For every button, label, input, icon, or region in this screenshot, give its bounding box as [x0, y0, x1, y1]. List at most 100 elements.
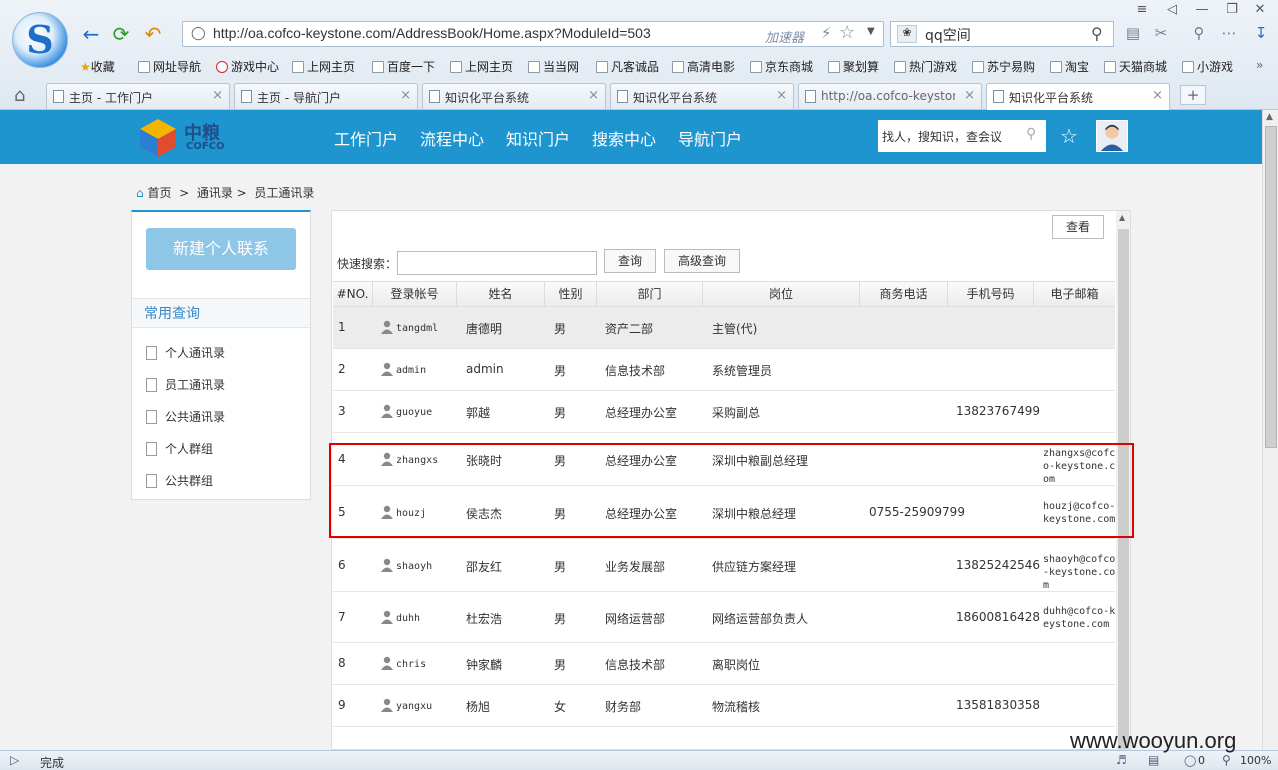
tab-close-icon[interactable]: ×	[400, 88, 411, 103]
bookmark-item[interactable]: 聚划算	[828, 58, 879, 75]
zoom-level[interactable]: 100%	[1240, 754, 1271, 767]
bookmark-item[interactable]: 上网主页	[292, 58, 355, 75]
bookmark-item[interactable]: 小游戏	[1182, 58, 1233, 75]
nav-work-portal[interactable]: 工作门户	[334, 126, 398, 150]
column-header-phone[interactable]: 商务电话	[860, 282, 948, 306]
new-tab-button[interactable]: +	[1180, 85, 1206, 105]
printer-icon[interactable]: ▤	[1148, 753, 1159, 767]
undo-icon[interactable]: ↶	[140, 22, 166, 46]
bookmark-item[interactable]: 京东商城	[750, 58, 813, 75]
page-scrollbar-thumb[interactable]	[1265, 126, 1277, 448]
browser-tab[interactable]: http://oa.cofco-keyston ×	[798, 83, 982, 109]
table-row[interactable]: 3 guoyue 郭越 男 总经理办公室 采购副总 13823767499	[333, 391, 1115, 433]
bookmark-item[interactable]: 天猫商城	[1104, 58, 1167, 75]
tab-close-icon[interactable]: ×	[1152, 88, 1163, 103]
bookmark-item[interactable]: 网址导航	[138, 58, 201, 75]
tab-close-icon[interactable]: ×	[588, 88, 599, 103]
breadcrumb-address-book[interactable]: 通讯录	[197, 186, 233, 200]
browser-tab[interactable]: 知识化平台系统 ×	[610, 83, 794, 109]
download-count-icon[interactable]: ◯	[1184, 754, 1196, 767]
column-header-no[interactable]: #NO.	[333, 282, 373, 306]
bookmark-item[interactable]: 苏宁易购	[972, 58, 1035, 75]
lightning-icon[interactable]: ⚡	[821, 24, 832, 42]
more-bookmarks-icon[interactable]: »	[1256, 58, 1263, 72]
table-row[interactable]: 9 yangxu 杨旭 女 财务部 物流稽核 13581830358	[333, 685, 1115, 727]
browser-search-input[interactable]: qq空间	[925, 25, 971, 45]
table-row[interactable]: 7 duhh 杜宏浩 男 网络运营部 网络运营部负责人 18600816428 duhh@co…	[333, 592, 1115, 643]
bookmark-item[interactable]: 当当网	[528, 58, 579, 75]
left-item-personal-book[interactable]: 个人通讯录	[146, 344, 225, 361]
nav-knowledge-portal[interactable]: 知识门户	[506, 126, 570, 150]
header-search-input[interactable]: 找人，搜知识，查会议 ⚲	[878, 120, 1046, 152]
column-header-account[interactable]: 登录帐号	[373, 282, 457, 306]
query-button[interactable]: 查询	[604, 249, 656, 273]
star-icon[interactable]: ☆	[839, 22, 855, 43]
dropdown-icon[interactable]: ▼	[867, 26, 875, 37]
scissors-icon[interactable]: ✂	[1150, 24, 1172, 44]
tab-close-icon[interactable]: ×	[212, 88, 223, 103]
column-header-dept[interactable]: 部门	[597, 282, 703, 306]
account-text[interactable]: guoyue	[396, 407, 432, 418]
left-item-personal-group[interactable]: 个人群组	[146, 440, 213, 457]
bookmark-item[interactable]: 凡客诚品	[596, 58, 659, 75]
search-icon[interactable]: ⚲	[1026, 126, 1036, 142]
sidebar-icon[interactable]: ▤	[1122, 24, 1144, 44]
minimize-icon[interactable]: —	[1192, 2, 1212, 18]
browser-search-bar[interactable]: ❀ qq空间 ⚲	[890, 21, 1114, 47]
speaker-icon[interactable]: ♬	[1116, 753, 1127, 767]
scroll-up-icon[interactable]: ▲	[1119, 213, 1125, 222]
skin-icon[interactable]: ◁	[1162, 2, 1182, 18]
column-header-name[interactable]: 姓名	[457, 282, 545, 306]
tab-close-icon[interactable]: ×	[776, 88, 787, 103]
address-url[interactable]: http://oa.cofco-keystone.com/AddressBook…	[213, 25, 651, 41]
close-icon[interactable]: ✕	[1250, 2, 1270, 18]
quick-search-input[interactable]	[397, 251, 597, 275]
key-icon[interactable]: ⚲	[1188, 24, 1210, 44]
back-arrow-icon[interactable]: ←	[78, 22, 104, 46]
bookmark-item[interactable]: 热门游戏	[894, 58, 957, 75]
browser-tab[interactable]: 知识化平台系统 ×	[422, 83, 606, 109]
new-contact-button[interactable]: 新建个人联系	[146, 228, 296, 270]
cofco-logo[interactable]: 中粮 COFCO	[138, 115, 228, 159]
paw-icon[interactable]: ❀	[897, 25, 917, 43]
sidebar-toggle-icon[interactable]: ▷	[10, 753, 19, 767]
column-header-email[interactable]: 电子邮箱	[1034, 282, 1115, 306]
nav-search-center[interactable]: 搜索中心	[592, 126, 656, 150]
search-icon[interactable]: ⚲	[1091, 24, 1103, 43]
browser-tab[interactable]: 主页 - 导航门户 ×	[234, 83, 418, 109]
page-scrollbar[interactable]: ▲	[1262, 110, 1278, 750]
accelerator-label[interactable]: 加速器	[765, 27, 804, 46]
scroll-up-icon[interactable]: ▲	[1266, 112, 1273, 122]
favorite-star-icon[interactable]: ☆	[1060, 124, 1078, 148]
bookmark-item[interactable]: ★收藏	[80, 58, 115, 75]
menu-icon[interactable]: ≡	[1132, 2, 1152, 18]
home-icon[interactable]: ⌂	[14, 85, 25, 106]
account-text[interactable]: admin	[396, 365, 426, 376]
table-row[interactable]: 6 shaoyh 邵友红 男 业务发展部 供应链方案经理 13825242546 shaoyh…	[333, 539, 1115, 592]
zoom-icon[interactable]: ⚲	[1222, 753, 1231, 767]
account-text[interactable]: tangdml	[396, 323, 438, 334]
avatar[interactable]	[1096, 120, 1128, 152]
more-icon[interactable]: ⋯	[1218, 24, 1240, 44]
browser-tab[interactable]: 主页 - 工作门户 ×	[46, 83, 230, 109]
bookmark-item[interactable]: 高清电影	[672, 58, 735, 75]
refresh-icon[interactable]: ⟳	[108, 22, 134, 46]
browser-tab-active[interactable]: 知识化平台系统 ×	[986, 83, 1170, 110]
column-header-gender[interactable]: 性别	[545, 282, 597, 306]
advanced-query-button[interactable]: 高级查询	[664, 249, 740, 273]
bookmark-item[interactable]: 淘宝	[1050, 58, 1089, 75]
account-text[interactable]: duhh	[396, 613, 420, 624]
account-text[interactable]: shaoyh	[396, 561, 432, 572]
nav-navigation-portal[interactable]: 导航门户	[678, 126, 742, 150]
left-item-public-group[interactable]: 公共群组	[146, 472, 213, 489]
restore-icon[interactable]: ❐	[1222, 2, 1242, 18]
table-row[interactable]: 1 tangdml 唐德明 男 资产二部 主管(代)	[333, 307, 1115, 349]
table-row[interactable]: 2 admin admin 男 信息技术部 系统管理员	[333, 349, 1115, 391]
tab-close-icon[interactable]: ×	[964, 88, 975, 103]
left-item-public-book[interactable]: 公共通讯录	[146, 408, 225, 425]
address-bar[interactable]: ◯ http://oa.cofco-keystone.com/AddressBo…	[182, 21, 884, 47]
left-item-staff-book[interactable]: 员工通讯录	[146, 376, 225, 393]
column-header-mobile[interactable]: 手机号码	[948, 282, 1034, 306]
view-button[interactable]: 查看	[1052, 215, 1104, 239]
nav-process-center[interactable]: 流程中心	[420, 126, 484, 150]
